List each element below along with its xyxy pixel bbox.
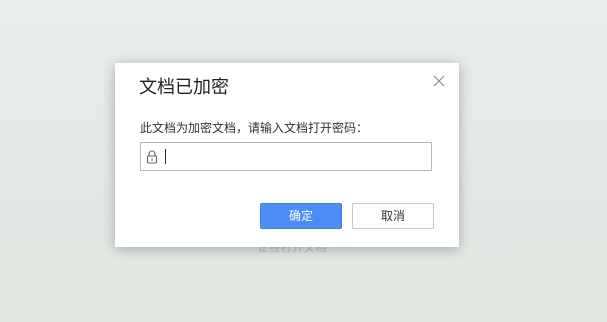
- text-caret: [165, 149, 166, 164]
- lock-icon: [146, 150, 158, 164]
- encrypted-document-dialog: 文档已加密 此文档为加密文档，请输入文档打开密码： 确定 取消: [115, 63, 459, 247]
- dialog-title: 文档已加密: [139, 77, 229, 98]
- password-prompt: 此文档为加密文档，请输入文档打开密码：: [140, 121, 369, 135]
- password-input[interactable]: [163, 146, 429, 167]
- close-button[interactable]: [431, 73, 447, 89]
- cancel-button[interactable]: 取消: [352, 203, 434, 229]
- close-icon: [431, 73, 447, 89]
- confirm-button[interactable]: 确定: [260, 203, 342, 229]
- password-field[interactable]: [140, 142, 432, 171]
